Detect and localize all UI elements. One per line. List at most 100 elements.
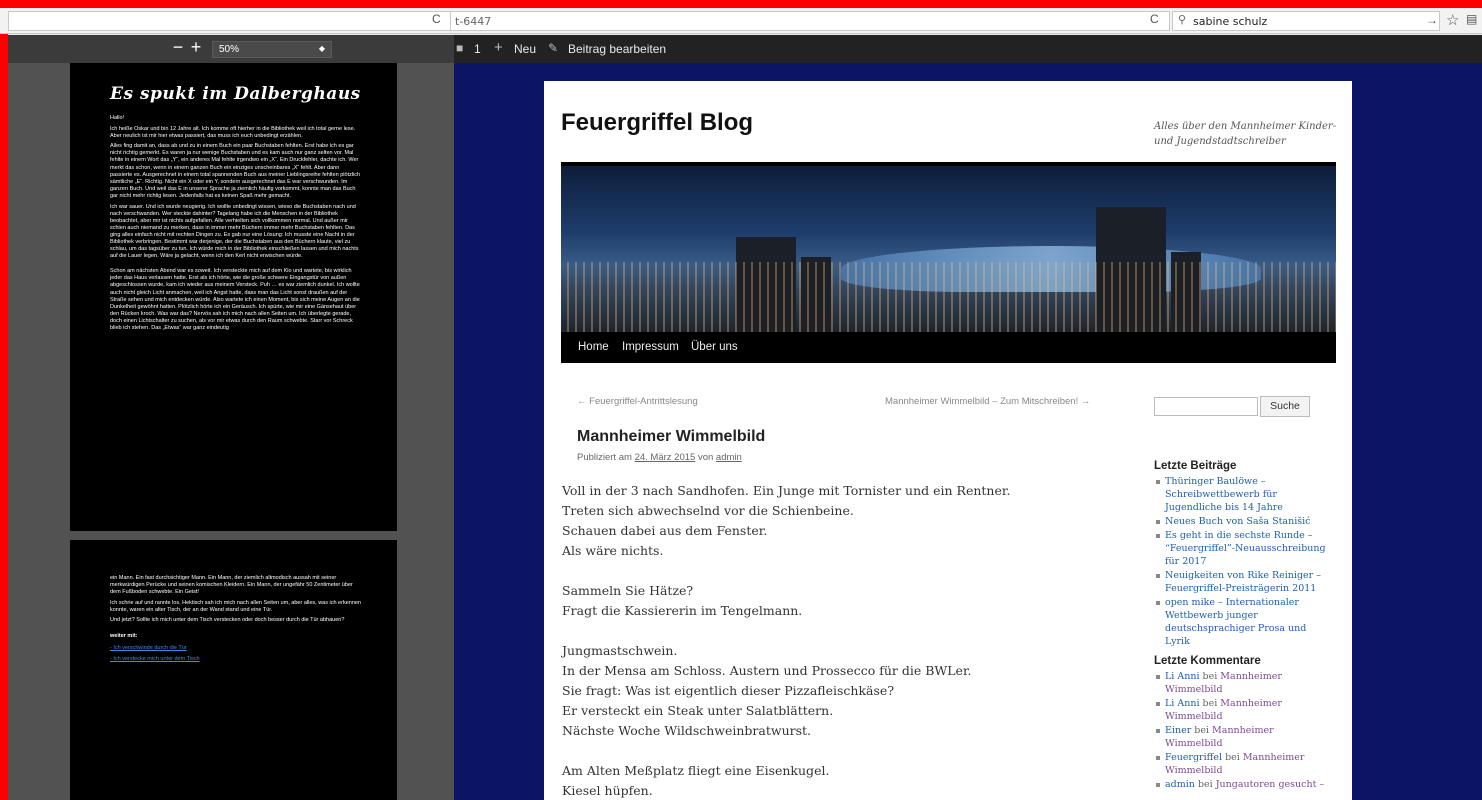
pdf-paragraph: Alles fing damit an, dass ab und zu in e…	[110, 143, 361, 199]
recent-comment-item: Feuergriffel bei Mannheimer Wimmelbild	[1154, 751, 1334, 777]
go-arrow-icon[interactable]: →	[1426, 13, 1438, 27]
pdf-paragraph: Hallo!	[110, 115, 125, 121]
nav-home[interactable]: Home	[578, 341, 609, 353]
post-title[interactable]: Mannheimer Wimmelbild	[577, 428, 765, 446]
url-text: t-6447	[455, 15, 492, 28]
comment-separator: bei	[1222, 752, 1243, 763]
recent-post-link[interactable]: Thüringer Baulöwe – Schreibwettbewerb fü…	[1165, 476, 1283, 513]
zoom-in-button[interactable]: +	[184, 37, 208, 58]
address-bar-right[interactable]: t-6447	[450, 11, 1170, 31]
previous-post-link[interactable]: ← Feuergriffel-Antrittslesung	[577, 396, 698, 407]
browser-search-input[interactable]: sabine schulz	[1172, 11, 1440, 31]
comments-count[interactable]: 1	[474, 42, 481, 56]
comment-author-link[interactable]: Li Anni	[1165, 698, 1200, 709]
recent-post-item[interactable]: Neues Buch von Saša Stanišić	[1154, 515, 1334, 528]
comment-bubble-icon[interactable]: ■	[456, 41, 463, 55]
site-description: Alles über den Mannheimer Kinder- und Ju…	[1154, 121, 1337, 147]
sidebar-search-button[interactable]: Suche	[1260, 396, 1310, 417]
reload-icon[interactable]: C	[432, 12, 441, 26]
comment-separator: bei	[1191, 725, 1213, 736]
clipboard-icon[interactable]: ▤	[1466, 12, 1477, 26]
post-line: Als wäre nichts.	[562, 543, 664, 558]
edit-post-button[interactable]: Beitrag bearbeiten	[568, 42, 666, 56]
post-line: In der Mensa am Schloss. Austern und Pro…	[562, 663, 972, 678]
post-content: Voll in der 3 nach Sandhofen. Ein Junge …	[562, 481, 1082, 800]
pdf-continue-links: weiter mit: - Ich verschwinde durch die …	[110, 633, 361, 663]
post-line: Schauen dabei aus dem Fenster.	[562, 523, 768, 538]
pencil-icon[interactable]: ✎	[548, 41, 558, 55]
meta-prefix: Publiziert am	[577, 452, 632, 463]
post-line: Jungmastschwein.	[562, 643, 678, 658]
recent-comment-item: admin bei Jungautoren gesucht –	[1154, 778, 1334, 791]
post-line: Sie fragt: Was ist eigentlich dieser Piz…	[562, 683, 895, 698]
new-button[interactable]: Neu	[514, 42, 536, 56]
pdf-viewer: − + 50% ◆ Es spukt im Dalberghaus Hallo!…	[8, 35, 454, 800]
header-city-lights	[561, 262, 1336, 332]
recent-comment-item: Einer bei Mannheimer Wimmelbild	[1154, 724, 1334, 750]
pdf-paragraph: Schon am nächsten Abend war es soweit. I…	[110, 268, 360, 332]
chevron-updown-icon: ◆	[318, 44, 325, 53]
recent-post-link[interactable]: Es geht in die sechste Runde – “Feuergri…	[1165, 530, 1326, 567]
recent-comment-item: Li Anni bei Mannheimer Wimmelbild	[1154, 697, 1334, 723]
continue-link-door[interactable]: - Ich verschwinde durch die Tür	[110, 645, 361, 652]
search-query: sabine schulz	[1193, 15, 1268, 28]
pdf-paragraph: Und jetzt? Sollte ich mich unter dem Tis…	[110, 617, 345, 624]
post-line: Sammeln Sie Hätze?	[562, 583, 694, 598]
nav-ueber-uns[interactable]: Über uns	[691, 341, 738, 353]
zoom-value: 50%	[219, 44, 240, 55]
sidebar-search-input[interactable]	[1154, 397, 1258, 416]
browser-toolbar: C t-6447 C sabine schulz ⚲ → ☆ ▤	[0, 8, 1482, 34]
recent-post-link[interactable]: Neues Buch von Saša Stanišić	[1165, 516, 1310, 527]
main-nav: Home Impressum Über uns	[561, 332, 1336, 363]
reload-icon[interactable]: C	[1150, 12, 1159, 26]
post-author-link[interactable]: admin	[716, 452, 742, 463]
post-meta: Publiziert am 24. März 2015 von admin	[577, 452, 742, 463]
recent-post-item[interactable]: Neuigkeiten von Rike Reiniger – Feuergri…	[1154, 569, 1334, 595]
recent-post-item[interactable]: Thüringer Baulöwe – Schreibwettbewerb fü…	[1154, 475, 1334, 514]
recent-post-link[interactable]: open mike – Internationaler Wettbewerb j…	[1165, 597, 1306, 647]
post-line: Er versteckt ein Steak unter Salatblätte…	[562, 703, 834, 718]
recent-posts-list: Thüringer Baulöwe – Schreibwettbewerb fü…	[1154, 475, 1334, 649]
site-title[interactable]: Feuergriffel Blog	[561, 109, 753, 137]
pdf-page-1: Es spukt im Dalberghaus Hallo! Ich heiße…	[70, 63, 397, 531]
nav-impressum[interactable]: Impressum	[622, 341, 679, 353]
screenshot-frame-left	[0, 0, 8, 800]
recent-post-item[interactable]: Es geht in die sechste Runde – “Feuergri…	[1154, 529, 1334, 568]
post-line: Fragt die Kassiererin im Tengelmann.	[562, 603, 803, 618]
search-icon: ⚲	[1178, 14, 1187, 26]
meta-by: von	[697, 452, 714, 463]
pdf-paragraph: Ich schrie auf und rannte los. Hektisch …	[110, 599, 361, 613]
wp-admin-bar: ■ 1 + Neu ✎ Beitrag bearbeiten	[454, 35, 1482, 63]
recent-post-item[interactable]: open mike – Internationaler Wettbewerb j…	[1154, 596, 1334, 648]
continue-link-table[interactable]: - Ich verstecke mich unter dem Tisch	[110, 656, 361, 663]
continue-heading: weiter mit:	[110, 632, 138, 639]
pdf-paragraph: ein Mann. Ein fast durchsichtiger Mann. …	[110, 575, 353, 596]
blog-page: Feuergriffel Blog Alles über den Mannhei…	[544, 81, 1352, 800]
plus-icon[interactable]: +	[494, 39, 503, 56]
pdf-page-2: ein Mann. Ein fast durchsichtiger Mann. …	[70, 540, 397, 800]
post-line: Nächste Woche Wildschweinbratwurst.	[562, 723, 812, 738]
post-line: Kiesel hüpfen.	[562, 783, 653, 798]
post-line: Voll in der 3 nach Sandhofen. Ein Junge …	[562, 483, 1011, 498]
screenshot-frame-top	[0, 0, 1482, 8]
bookmark-star-icon[interactable]: ☆	[1446, 11, 1459, 29]
recent-post-link[interactable]: Neuigkeiten von Rike Reiniger – Feuergri…	[1165, 570, 1321, 594]
comment-separator: bei	[1199, 671, 1221, 682]
comment-author-link[interactable]: Feuergriffel	[1165, 752, 1222, 763]
address-bar-left[interactable]	[8, 11, 456, 31]
next-post-link[interactable]: Mannheimer Wimmelbild – Zum Mitschreiben…	[885, 396, 1090, 407]
zoom-select[interactable]: 50% ◆	[212, 41, 332, 58]
comment-author-link[interactable]: Einer	[1165, 725, 1191, 736]
post-date-link[interactable]: 24. März 2015	[635, 452, 696, 463]
comment-post-link[interactable]: Jungautoren gesucht –	[1216, 779, 1324, 790]
recent-comment-item: Li Anni bei Mannheimer Wimmelbild	[1154, 670, 1334, 696]
comment-separator: bei	[1199, 698, 1221, 709]
comment-author-link[interactable]: Li Anni	[1165, 671, 1200, 682]
recent-comments-title: Letzte Kommentare	[1154, 655, 1261, 667]
recent-posts-title: Letzte Beiträge	[1154, 460, 1237, 472]
post-line: Treten sich abwechselnd vor die Schienbe…	[562, 503, 854, 518]
comment-author-link[interactable]: admin	[1165, 779, 1195, 790]
